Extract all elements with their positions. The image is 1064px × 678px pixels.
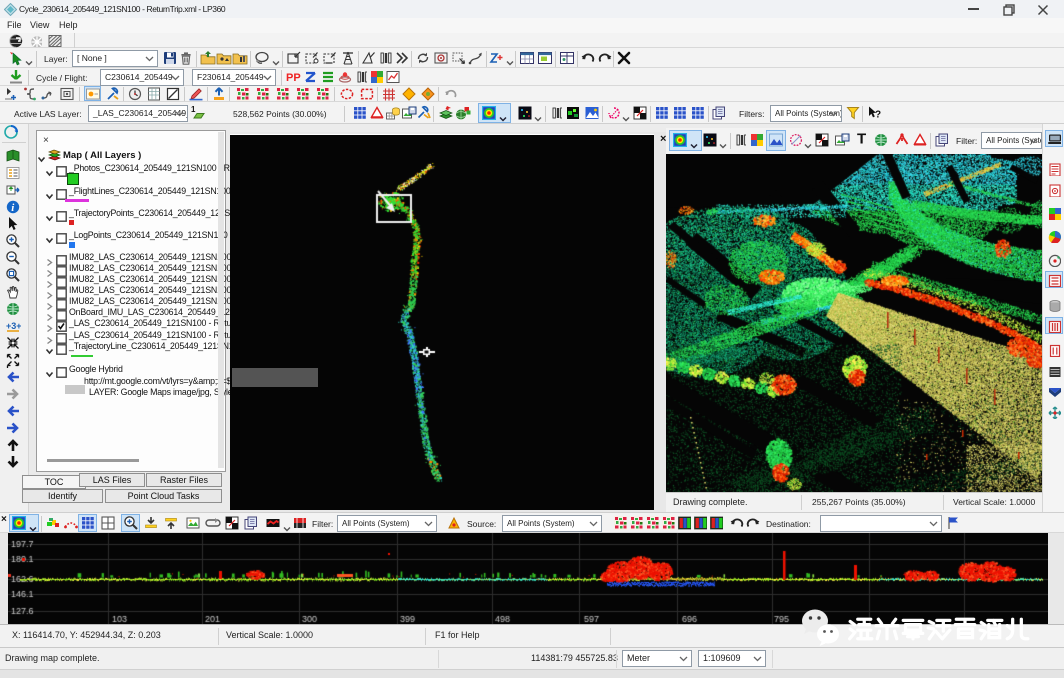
svg-text:1: 1: [191, 105, 196, 114]
svg-text:PP: PP: [286, 72, 301, 84]
svg-text:T: T: [857, 131, 866, 148]
svg-text:+3+: +3+: [6, 321, 21, 331]
svg-text:?: ?: [875, 110, 881, 121]
